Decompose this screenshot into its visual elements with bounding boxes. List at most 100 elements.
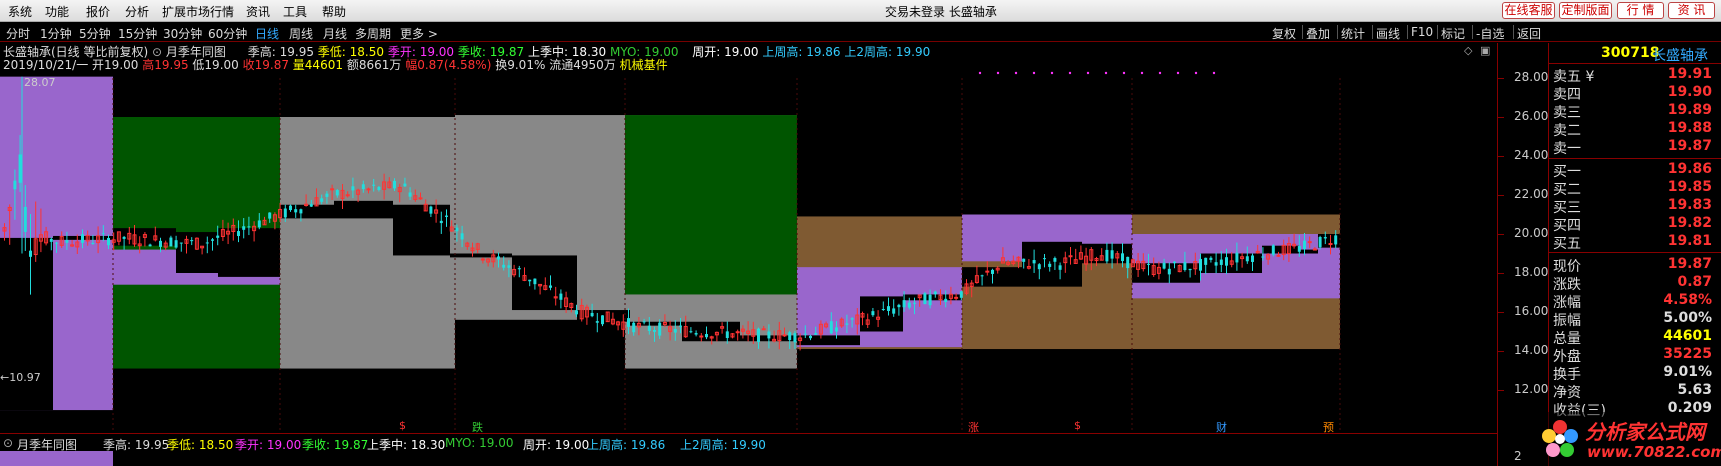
candle[interactable] xyxy=(1318,237,1322,248)
order-row[interactable]: 买一 19.86 xyxy=(1549,161,1721,180)
candle[interactable] xyxy=(159,240,162,247)
candle[interactable] xyxy=(1126,256,1130,269)
candle[interactable] xyxy=(517,268,521,270)
candle[interactable] xyxy=(944,298,948,302)
candle[interactable] xyxy=(913,302,916,304)
candle[interactable] xyxy=(55,242,58,244)
stat-row[interactable]: 总量 44601 xyxy=(1549,328,1721,347)
candle[interactable] xyxy=(283,208,287,218)
candle[interactable] xyxy=(507,265,511,268)
candle[interactable] xyxy=(1251,255,1254,262)
candle[interactable] xyxy=(1209,257,1213,260)
candle[interactable] xyxy=(1271,245,1275,255)
candle[interactable] xyxy=(694,333,698,335)
candle[interactable] xyxy=(814,333,818,335)
candle[interactable] xyxy=(845,323,849,325)
candle[interactable] xyxy=(1022,258,1026,262)
tool-rights[interactable]: 复权 xyxy=(1272,25,1296,42)
candle[interactable] xyxy=(497,256,500,260)
event-marker[interactable]: $ xyxy=(399,419,406,432)
menu-function[interactable]: 功能 xyxy=(45,3,69,20)
candle[interactable] xyxy=(294,209,298,213)
candle[interactable] xyxy=(647,325,651,331)
tool-f10[interactable]: F10 xyxy=(1411,25,1433,39)
candle[interactable] xyxy=(29,250,32,257)
candle[interactable] xyxy=(335,190,339,196)
period-tab-5min[interactable]: 5分钟 xyxy=(79,25,111,42)
candle[interactable] xyxy=(928,294,932,306)
candle[interactable] xyxy=(528,279,532,282)
candle[interactable] xyxy=(533,278,537,285)
candle[interactable] xyxy=(1121,253,1124,262)
period-tab-monthly[interactable]: 月线 xyxy=(323,25,347,42)
candle[interactable] xyxy=(1167,268,1171,275)
sub-indicator-toggle-icon[interactable]: ⊙ xyxy=(3,436,13,450)
candle[interactable] xyxy=(959,291,963,298)
candle[interactable] xyxy=(23,206,27,232)
menu-analysis[interactable]: 分析 xyxy=(125,3,149,20)
candle[interactable] xyxy=(595,321,599,323)
candle[interactable] xyxy=(559,293,563,300)
candle[interactable] xyxy=(1110,250,1114,259)
menu-system[interactable]: 系统 xyxy=(8,3,32,20)
candle[interactable] xyxy=(803,333,807,335)
candle[interactable] xyxy=(393,180,396,189)
candle[interactable] xyxy=(1312,248,1317,251)
candle[interactable] xyxy=(699,335,704,338)
candle[interactable] xyxy=(502,264,506,268)
candle[interactable] xyxy=(408,192,412,197)
candle[interactable] xyxy=(190,240,194,242)
candle[interactable] xyxy=(205,242,209,244)
tool-statistics[interactable]: 统计 xyxy=(1341,25,1365,42)
candle[interactable] xyxy=(1219,259,1223,265)
candle[interactable] xyxy=(1105,249,1109,262)
candle[interactable] xyxy=(403,183,407,187)
tool-back[interactable]: 返回 xyxy=(1517,25,1541,42)
menu-news[interactable]: 资讯 xyxy=(246,3,270,20)
candle[interactable] xyxy=(361,184,365,190)
tool-mark[interactable]: 标记 xyxy=(1441,25,1465,42)
custom-layout-button[interactable]: 定制版面 xyxy=(1559,2,1612,19)
candle[interactable] xyxy=(1068,255,1073,258)
candle[interactable] xyxy=(991,269,994,274)
candle[interactable] xyxy=(735,331,740,334)
candle[interactable] xyxy=(1183,262,1187,270)
candle[interactable] xyxy=(372,184,376,186)
candle[interactable] xyxy=(1235,252,1239,263)
candle[interactable] xyxy=(1147,263,1150,265)
candle[interactable] xyxy=(455,227,459,232)
menu-tools[interactable]: 工具 xyxy=(283,3,307,20)
candle[interactable] xyxy=(871,311,875,316)
candle[interactable] xyxy=(13,180,17,190)
candle[interactable] xyxy=(985,270,990,273)
candle[interactable] xyxy=(980,275,984,277)
candle[interactable] xyxy=(892,308,896,314)
candle[interactable] xyxy=(835,327,838,332)
candle[interactable] xyxy=(642,321,646,323)
tool-watchlist[interactable]: -自选 xyxy=(1476,25,1504,42)
candle[interactable] xyxy=(1162,262,1166,269)
candle[interactable] xyxy=(211,239,214,241)
candle[interactable] xyxy=(1204,257,1208,265)
order-row[interactable]: 买四 19.82 xyxy=(1549,215,1721,234)
candle[interactable] xyxy=(439,220,443,224)
candle[interactable] xyxy=(81,234,84,243)
stat-row[interactable]: 外盘 35225 xyxy=(1549,346,1721,365)
candle[interactable] xyxy=(366,188,371,191)
event-marker[interactable]: $ xyxy=(1074,419,1081,432)
candle[interactable] xyxy=(590,312,594,317)
candle[interactable] xyxy=(1323,237,1327,239)
candle[interactable] xyxy=(320,198,324,202)
candle[interactable] xyxy=(881,309,885,311)
candle[interactable] xyxy=(761,328,766,331)
candle[interactable] xyxy=(1276,254,1281,257)
candle[interactable] xyxy=(954,296,959,299)
candle[interactable] xyxy=(632,322,636,333)
candle[interactable] xyxy=(809,335,812,339)
candle[interactable] xyxy=(725,331,729,339)
period-tab-tick[interactable]: 分时 xyxy=(6,25,30,42)
candle[interactable] xyxy=(429,206,433,214)
bar-sector[interactable]: 机械基件 xyxy=(620,58,668,72)
candle[interactable] xyxy=(1307,241,1312,244)
candle[interactable] xyxy=(1303,240,1306,250)
